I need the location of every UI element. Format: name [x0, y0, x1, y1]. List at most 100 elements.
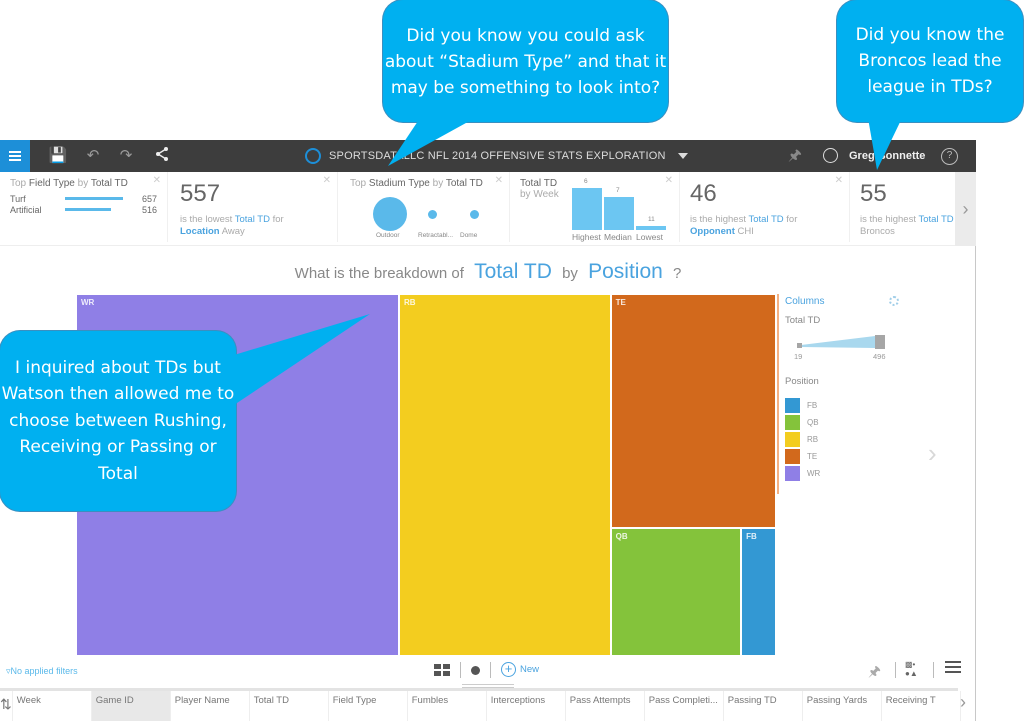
legend-item-rb[interactable]: RB [785, 431, 907, 448]
legend-panel: Columns Total TD 19 496 Position FB QB RB T… [777, 294, 907, 494]
table-column-header[interactable]: Total TD [250, 691, 329, 721]
divider [460, 662, 461, 678]
data-table-header: ⇅ Week Game ID Player Name Total TD Field Ty… [0, 688, 961, 721]
insight-description: is the lowest Total TD for Location Away [180, 214, 284, 237]
table-column-header[interactable]: Passing TD [724, 691, 803, 721]
chevron-down-icon [677, 153, 688, 159]
legend-item-fb[interactable]: FB [785, 397, 907, 414]
stadium-bubble[interactable] [469, 209, 479, 219]
field-type-row[interactable]: Turf 657 [10, 193, 157, 204]
week-bar-label: Median [604, 232, 632, 242]
week-bar-label: Lowest [636, 232, 663, 242]
close-icon[interactable]: ✕ [323, 175, 331, 186]
week-bar-value: 11 [648, 216, 655, 223]
legend-swatch [785, 466, 800, 481]
pin-icon[interactable]: 🖈 [868, 661, 881, 685]
gear-icon[interactable] [889, 296, 899, 306]
bubble-label: Dome [460, 232, 478, 239]
stadium-bubble[interactable] [427, 209, 437, 219]
card-title: Top Stadium Type by Total TD [350, 178, 483, 189]
share-icon[interactable] [152, 146, 172, 166]
table-column-header[interactable]: Field Type [329, 691, 408, 721]
filters-link[interactable]: ▿No applied filters [6, 666, 78, 677]
bubble-label: Outdoor [376, 232, 400, 239]
hamburger-menu-button[interactable] [0, 140, 30, 172]
tile-label: TE [615, 298, 626, 307]
single-view-icon[interactable] [471, 666, 480, 675]
insights-next-button[interactable]: › [955, 172, 976, 246]
table-column-header[interactable]: Fumbles [408, 691, 487, 721]
hamburger-icon [9, 155, 21, 157]
close-icon[interactable]: ✕ [495, 175, 503, 186]
close-icon[interactable]: ✕ [835, 175, 843, 186]
table-column-header[interactable]: Pass Completi... [645, 691, 724, 721]
treemap-tile-qb[interactable]: QB [610, 527, 742, 656]
undo-icon[interactable]: ↶ [83, 146, 103, 166]
field-type-row[interactable]: Artificial 516 [10, 204, 157, 215]
week-bar[interactable] [636, 226, 666, 230]
row-label: Artificial [10, 204, 42, 215]
measure-selector[interactable]: Total TD [474, 260, 552, 283]
legend-label: WR [807, 469, 821, 478]
table-column-header[interactable]: Receiving T [882, 691, 961, 721]
column-settings-icon[interactable]: ⇅ [0, 691, 13, 721]
tile-label: FB [746, 531, 757, 541]
treemap-tile-rb[interactable]: RB [398, 294, 611, 656]
stadium-bubble-chart: Outdoor Retractabl... Dome [340, 194, 510, 239]
week-bar-label: Highest [572, 232, 601, 242]
question-text: by [562, 265, 578, 282]
insight-card-lowest-location[interactable]: 557 is the lowest Total TD for Location … [168, 172, 338, 242]
close-icon[interactable]: ✕ [665, 175, 673, 186]
row-label: Turf [10, 193, 26, 204]
week-bar[interactable] [572, 188, 602, 230]
callout-text: I inquired about TDs but Watson then all… [1, 357, 235, 484]
insight-card-highest-team[interactable]: 55 is the highest Total TD for Broncos [850, 172, 958, 242]
workbook-title-dropdown[interactable]: SPORTSDATALLC NFL 2014 OFFENSIVE STATS E… [305, 140, 688, 172]
legend-item-wr[interactable]: WR [785, 465, 907, 482]
table-column-header[interactable]: Game ID [91, 691, 171, 721]
legend-swatch [785, 398, 800, 413]
week-bar-value: 6 [584, 178, 588, 185]
help-icon[interactable]: ? [941, 148, 958, 165]
new-visualization-button[interactable]: + New [501, 662, 539, 677]
treemap-tile-te[interactable]: TE [610, 294, 776, 528]
row-value: 657 [141, 193, 157, 204]
treemap-tile-fb[interactable]: FB [741, 527, 776, 656]
insight-card-week[interactable]: Total TD by Week 6 Highest 7 Median 11 Lowest … [510, 172, 680, 242]
legend-label: FB [807, 401, 818, 410]
legend-item-te[interactable]: TE [785, 448, 907, 465]
week-bar[interactable] [604, 197, 634, 230]
list-icon[interactable] [945, 661, 961, 675]
color-legend-title: Position [785, 376, 819, 387]
size-max: 496 [873, 352, 886, 361]
legend-item-qb[interactable]: QB [785, 414, 907, 431]
grid-view-icon[interactable] [434, 664, 450, 676]
table-column-header[interactable]: Player Name [171, 691, 250, 721]
divider [490, 662, 491, 678]
color-legend: FB QB RB TE WR [785, 397, 907, 482]
insight-card-stadium-type[interactable]: Top Stadium Type by Total TD Outdoor Retr… [340, 172, 510, 242]
question-text: ? [672, 265, 682, 282]
table-column-header[interactable]: Interceptions [487, 691, 566, 721]
size-legend-title: Total TD [785, 315, 821, 326]
size-legend: 19 496 [785, 332, 886, 362]
legend-label: TE [807, 452, 818, 461]
save-icon[interactable]: 💾 [48, 146, 68, 166]
card-title: Total TD by Week [520, 178, 559, 200]
table-column-header[interactable]: Passing Yards [803, 691, 882, 721]
chevron-right-icon[interactable]: › [928, 438, 937, 469]
pin-icon[interactable]: 🖈 [785, 146, 805, 166]
redo-icon[interactable]: ↷ [116, 146, 136, 166]
table-column-header[interactable]: Pass Attempts [566, 691, 645, 721]
dimension-selector[interactable]: Position [588, 260, 663, 283]
insight-card-highest-opponent[interactable]: 46 is the highest Total TD for Opponent … [680, 172, 850, 242]
insight-strip: Top Field Type by Total TD Turf 657 Artifi… [0, 172, 976, 246]
table-scroll-right-button[interactable]: › [960, 692, 966, 713]
insight-value: 46 [690, 180, 717, 207]
insight-card-field-type[interactable]: Top Field Type by Total TD Turf 657 Artifi… [0, 172, 168, 242]
chart-type-icon[interactable]: ▩• ●▲ [905, 660, 923, 678]
stadium-bubble[interactable] [373, 197, 407, 231]
table-column-header[interactable]: Week [13, 691, 92, 721]
user-avatar-icon[interactable] [823, 148, 838, 163]
close-icon[interactable]: ✕ [153, 175, 161, 186]
